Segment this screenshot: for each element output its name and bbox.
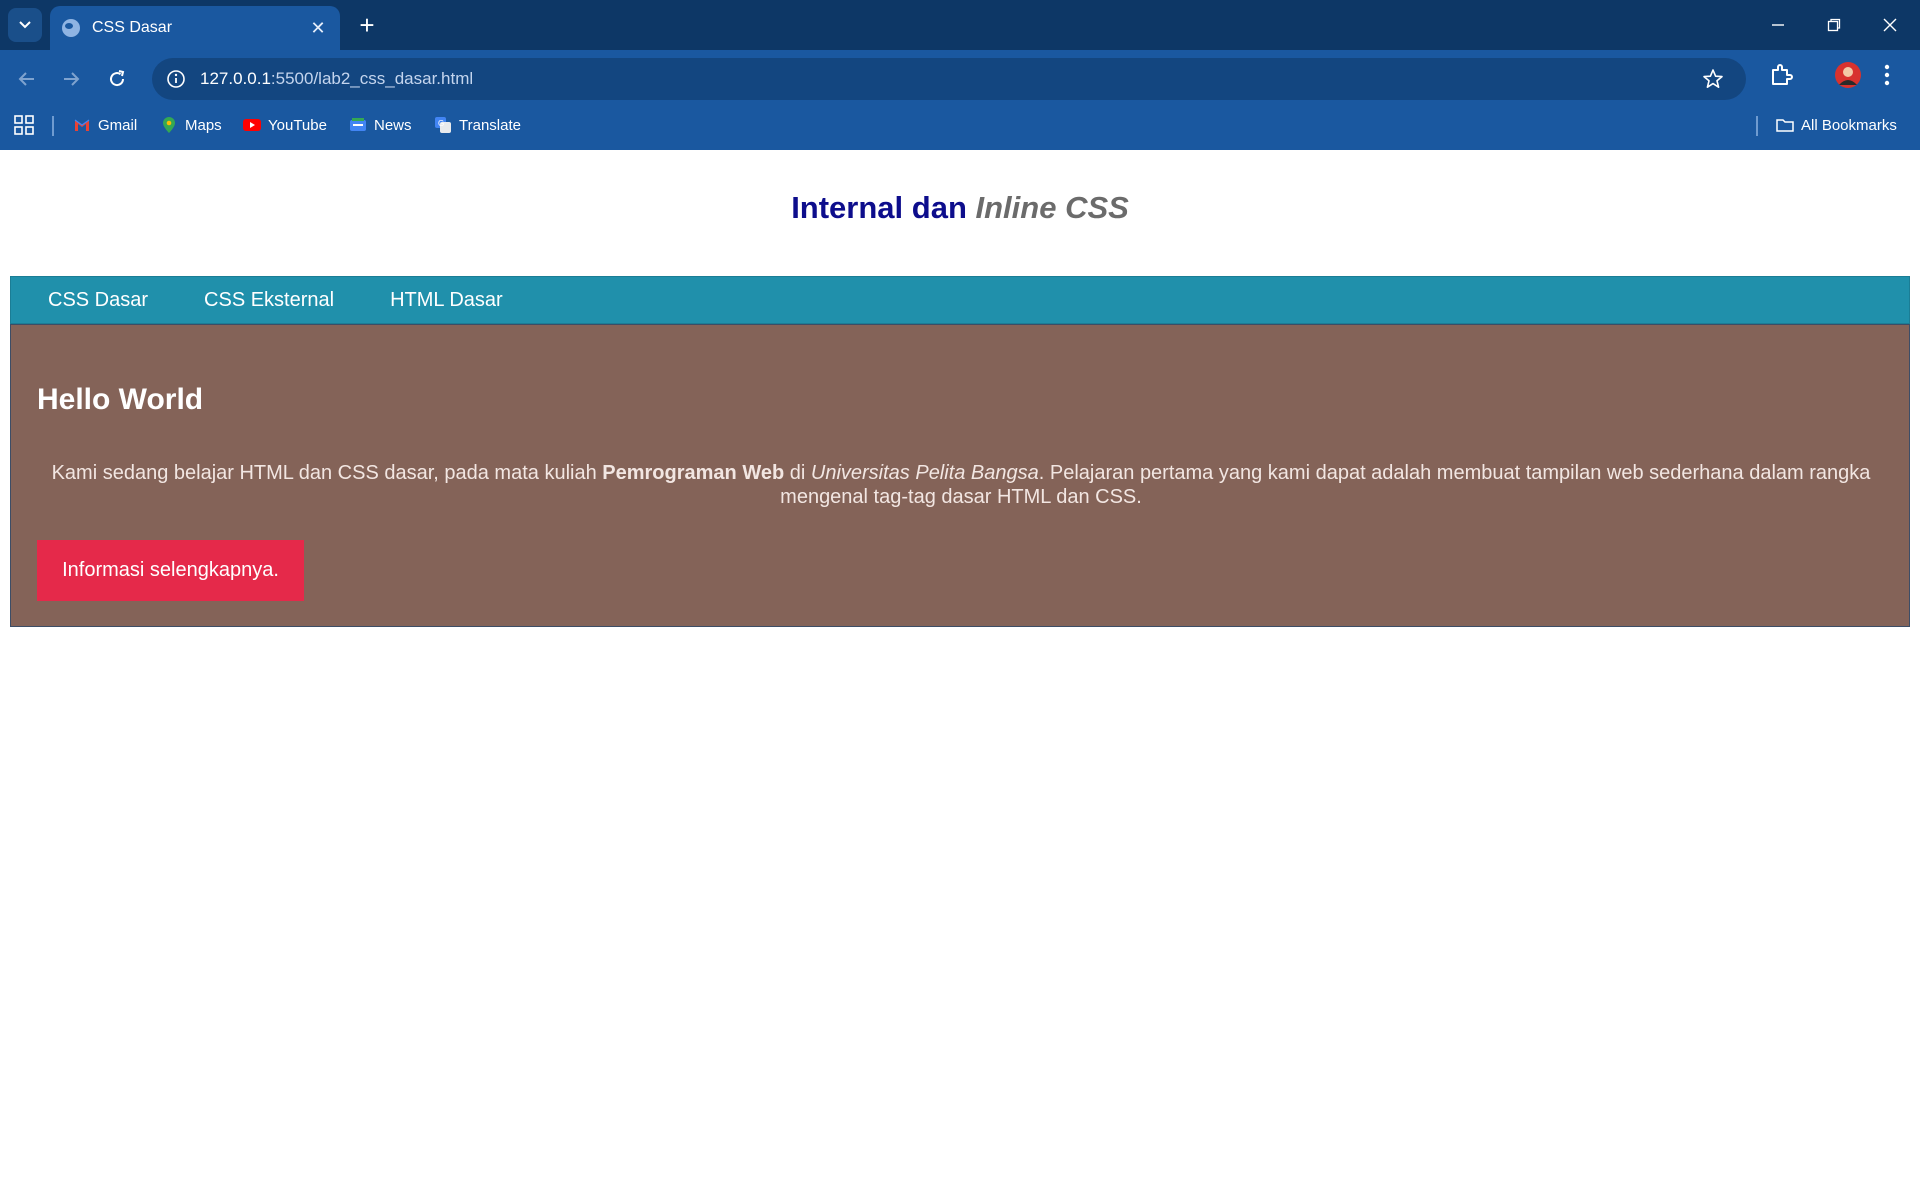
all-bookmarks-button[interactable]: All Bookmarks [1776,108,1897,142]
hero-section: Hello World Kami sedang belajar HTML dan… [10,324,1910,627]
bookmark-gmail[interactable]: Gmail [73,108,137,142]
news-icon [350,118,366,131]
active-tab[interactable]: CSS Dasar ✕ [50,6,340,50]
bookmark-youtube[interactable]: YouTube [243,108,327,142]
youtube-icon [243,119,261,131]
web-page: Internal dan Inline CSS CSS Dasar CSS Ek… [0,150,1920,1200]
nav-link-html-dasar[interactable]: HTML Dasar [390,289,503,312]
bookmark-translate[interactable]: G Translate [434,108,521,142]
minimize-icon [1772,24,1784,26]
bookmark-label: YouTube [268,116,327,134]
nav-menu: CSS Dasar CSS Eksternal HTML Dasar [10,276,1910,324]
apps-grid-icon[interactable] [14,108,34,142]
bookmark-label: Translate [459,116,521,134]
bookmark-maps[interactable]: Maps [160,108,222,142]
globe-icon [62,19,80,37]
extensions-icon[interactable] [1768,62,1794,93]
close-window-button[interactable] [1862,0,1918,50]
page-title: Internal dan Inline CSS [791,190,1129,225]
url-text[interactable]: 127.0.0.1:5500/lab2_css_dasar.html [200,69,473,89]
all-bookmarks-label: All Bookmarks [1801,116,1897,134]
nav-link-css-dasar[interactable]: CSS Dasar [48,289,148,312]
bookmarks-bar: Gmail Maps YouTube News G Translate All … [0,108,1920,150]
close-icon [1883,18,1897,32]
restore-icon [1827,18,1841,32]
back-button[interactable] [12,64,42,94]
bookmark-label: Gmail [98,116,138,134]
chevron-down-icon [19,21,31,29]
new-tab-button[interactable]: + [352,10,382,40]
address-bar[interactable]: 127.0.0.1:5500/lab2_css_dasar.html [152,58,1746,100]
profile-avatar[interactable] [1834,61,1862,94]
minimize-button[interactable] [1750,0,1806,50]
restore-button[interactable] [1806,0,1862,50]
bookmarks-divider [52,116,54,136]
nav-link-css-eksternal[interactable]: CSS Eksternal [204,289,334,312]
reload-icon [110,70,125,87]
folder-icon [1776,119,1794,132]
hero-heading: Hello World [37,383,204,416]
maps-icon [163,117,175,133]
bookmark-label: News [374,116,412,134]
tab-search-button[interactable] [8,8,42,42]
arrow-right-icon [64,72,80,86]
gmail-icon [74,119,90,131]
tab-title: CSS Dasar [92,19,173,36]
browser-toolbar: 127.0.0.1:5500/lab2_css_dasar.html [0,50,1920,108]
more-info-button[interactable]: Informasi selengkapnya. [37,540,304,601]
bookmarks-divider [1756,116,1758,136]
browser-tab-strip: CSS Dasar ✕ + [0,0,1920,50]
site-info-icon[interactable] [166,69,186,89]
reload-button[interactable] [102,64,132,94]
translate-icon: G [435,117,451,133]
arrow-left-icon [18,72,34,86]
hero-paragraph: Kami sedang belajar HTML dan CSS dasar, … [51,462,1871,508]
bookmark-label: Maps [185,116,222,134]
svg-text:G: G [438,119,444,128]
bookmark-star-icon[interactable] [1702,68,1724,95]
close-tab-icon[interactable]: ✕ [308,18,328,39]
more-menu-icon[interactable] [1882,62,1892,93]
bookmark-news[interactable]: News [349,108,412,142]
forward-button[interactable] [56,64,86,94]
